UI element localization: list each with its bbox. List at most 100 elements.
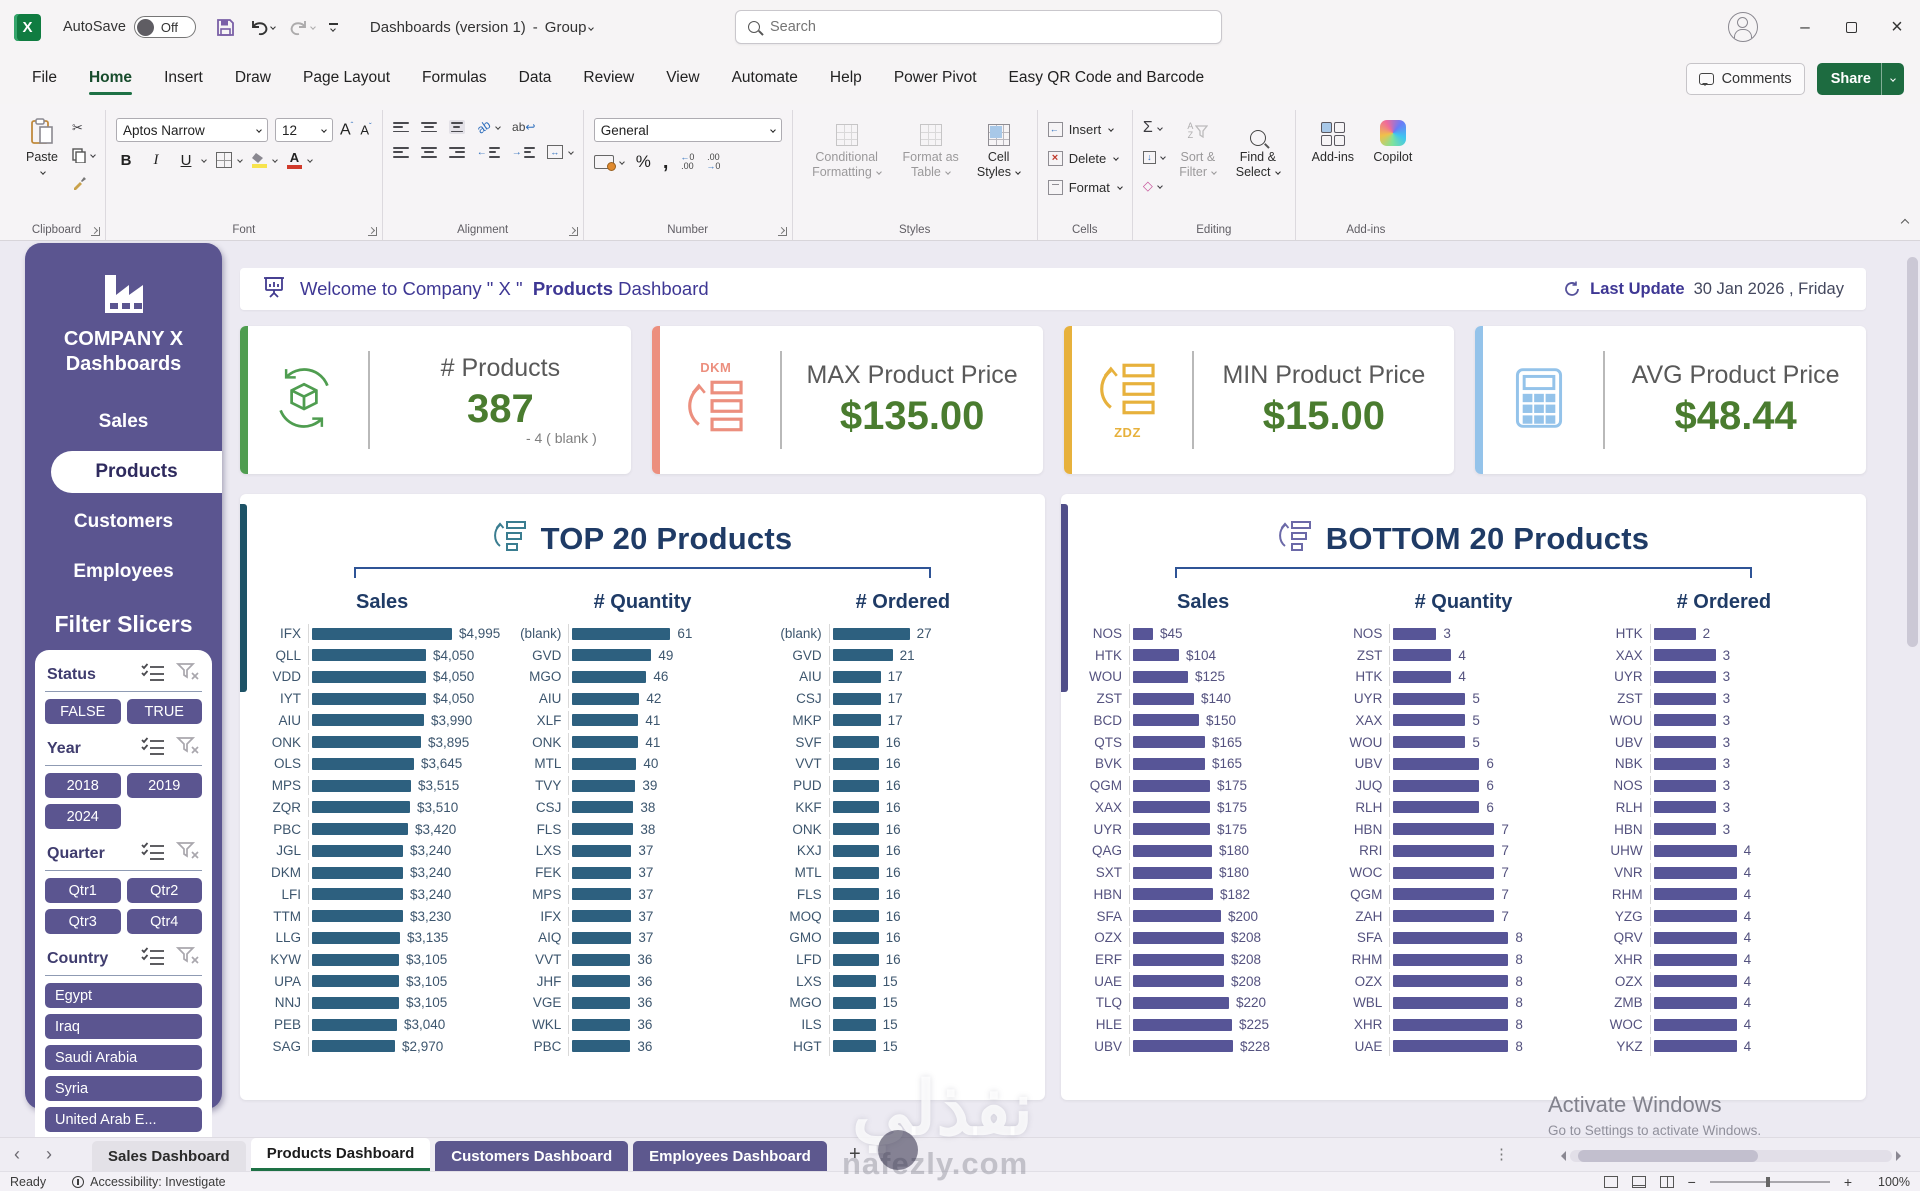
fill-button[interactable]: ↓ [1143,147,1165,167]
orientation-icon[interactable]: ab [474,118,493,137]
slicer-option-false[interactable]: FALSE [45,699,121,724]
menu-tab-file[interactable]: File [20,61,69,97]
multi-select-icon[interactable] [140,946,166,971]
menu-tab-home[interactable]: Home [77,61,144,97]
normal-view-icon[interactable] [1604,1176,1618,1188]
menu-tab-page-layout[interactable]: Page Layout [291,61,402,97]
slicer-option-true[interactable]: TRUE [127,699,203,724]
paste-button[interactable]: Paste [18,112,66,180]
zoom-out-icon[interactable]: − [1688,1174,1696,1190]
menu-tab-insert[interactable]: Insert [152,61,215,97]
doc-group-menu[interactable]: Group [545,19,593,36]
align-left-icon[interactable] [393,147,409,157]
scroll-right-icon[interactable] [1896,1151,1906,1161]
undo-button[interactable] [249,19,275,36]
minimize-button[interactable]: – [1782,0,1828,54]
slicer-option-2024[interactable]: 2024 [45,804,121,829]
customize-toolbar-button[interactable] [329,23,338,31]
clipboard-dialog-launcher[interactable] [91,227,100,236]
page-layout-view-icon[interactable] [1632,1176,1646,1188]
decrease-decimal-icon[interactable]: .00→0 [706,153,720,171]
wrap-text-icon[interactable]: ab↩ [512,120,535,134]
multi-select-icon[interactable] [140,841,166,866]
font-dialog-launcher[interactable] [368,227,377,236]
sidebar-item-sales[interactable]: Sales [25,401,222,443]
menu-tab-help[interactable]: Help [818,61,874,97]
format-painter-button[interactable] [72,172,95,192]
clear-filter-icon[interactable] [176,662,200,687]
vertical-scrollbar[interactable] [1907,245,1918,1105]
slicer-option-qtr4[interactable]: Qtr4 [127,909,203,934]
menu-tab-data[interactable]: Data [507,61,564,97]
slicer-option-2018[interactable]: 2018 [45,773,121,798]
slicer-option-qtr2[interactable]: Qtr2 [127,878,203,903]
account-avatar[interactable] [1728,12,1758,42]
close-button[interactable]: × [1874,0,1920,54]
slicer-option-iraq[interactable]: Iraq [45,1014,202,1039]
maximize-button[interactable] [1828,0,1874,54]
zoom-level[interactable]: 100% [1866,1175,1910,1189]
sheet-tab-customers-dashboard[interactable]: Customers Dashboard [435,1141,628,1171]
alignment-dialog-launcher[interactable] [569,227,578,236]
slicer-option-united-arab-e-[interactable]: United Arab E... [45,1107,202,1132]
align-center-icon[interactable] [421,147,437,157]
share-dropdown[interactable] [1881,63,1904,95]
clear-filter-icon[interactable] [176,736,200,761]
comments-button[interactable]: Comments [1686,63,1805,95]
underline-button[interactable]: U [176,152,196,169]
redo-button[interactable] [289,19,315,36]
insert-cells-button[interactable]: Insert [1048,117,1122,141]
increase-font-icon[interactable]: Aˆ [340,121,353,139]
align-right-icon[interactable] [449,147,465,157]
delete-cells-button[interactable]: Delete [1048,146,1122,170]
next-sheet-button[interactable]: › [46,1144,52,1165]
sheet-tab-products-dashboard[interactable]: Products Dashboard [251,1138,431,1171]
percent-icon[interactable]: % [636,152,651,172]
autosum-button[interactable]: Σ [1143,118,1165,138]
slicer-option-2019[interactable]: 2019 [127,773,203,798]
sidebar-item-customers[interactable]: Customers [25,501,222,543]
save-button[interactable] [216,18,235,37]
horizontal-scrollbar[interactable] [1556,1149,1906,1162]
decrease-font-icon[interactable]: Aˇ [360,122,371,137]
number-format-combo[interactable]: General [594,118,782,142]
cut-button[interactable]: ✂ [72,118,95,138]
format-cells-button[interactable]: Format [1048,175,1122,199]
menu-tab-automate[interactable]: Automate [720,61,810,97]
page-break-view-icon[interactable] [1660,1176,1674,1188]
zoom-slider[interactable] [1710,1181,1830,1183]
middle-align-icon[interactable] [421,122,437,132]
fill-color-icon[interactable] [252,153,267,168]
decrease-indent-icon[interactable]: ← [477,147,500,158]
increase-indent-icon[interactable]: → [512,147,535,158]
share-button[interactable]: Share [1817,63,1904,95]
sheet-tab-sales-dashboard[interactable]: Sales Dashboard [92,1141,246,1171]
search-bar[interactable] [735,10,1222,44]
italic-button[interactable]: I [146,152,166,169]
menu-tab-power-pivot[interactable]: Power Pivot [882,61,989,97]
autosave-switch[interactable]: Off [134,16,196,38]
menu-tab-review[interactable]: Review [571,61,646,97]
copy-button[interactable] [72,145,95,165]
increase-decimal-icon[interactable]: ←0.00 [680,153,694,171]
clear-filter-icon[interactable] [176,946,200,971]
top-align-icon[interactable] [393,122,409,132]
addins-button[interactable]: Add-ins [1306,112,1360,165]
clear-button[interactable]: ◇ [1143,176,1165,196]
collapse-ribbon-button[interactable] [1898,214,1908,232]
sidebar-item-employees[interactable]: Employees [25,551,222,593]
sidebar-item-products[interactable]: Products [51,451,222,493]
format-as-table-button[interactable]: Format as Table [895,112,967,180]
menu-tab-easy-qr-code-and-barcode[interactable]: Easy QR Code and Barcode [997,61,1217,97]
zoom-in-icon[interactable]: + [1844,1174,1852,1190]
font-size-combo[interactable]: 12 [275,118,333,142]
sheet-tab-employees-dashboard[interactable]: Employees Dashboard [633,1141,827,1171]
conditional-formatting-button[interactable]: Conditional Formatting [803,112,891,180]
accessibility-status[interactable]: Accessibility: Investigate [72,1175,225,1189]
font-name-combo[interactable]: Aptos Narrow [116,118,268,142]
prev-sheet-button[interactable]: ‹ [14,1144,20,1165]
vertical-scrollbar-thumb[interactable] [1907,257,1918,647]
cell-styles-button[interactable]: Cell Styles [971,112,1027,180]
multi-select-icon[interactable] [140,736,166,761]
slicer-option-qtr1[interactable]: Qtr1 [45,878,121,903]
